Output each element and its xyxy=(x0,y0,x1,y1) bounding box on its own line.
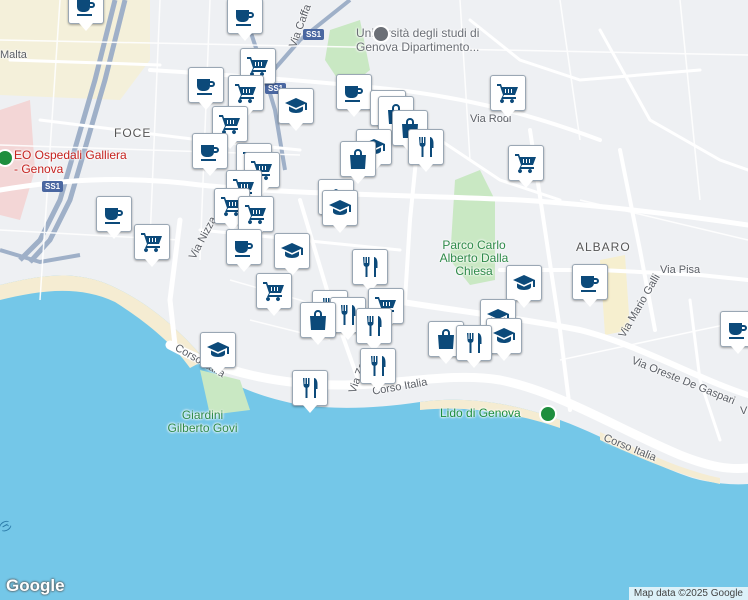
map-marker-food[interactable] xyxy=(360,348,396,391)
cafe-icon xyxy=(233,4,257,28)
school-icon xyxy=(328,196,352,220)
map-marker-cafe[interactable] xyxy=(227,0,263,41)
poi-label-lido: Lido di Genova xyxy=(440,406,521,420)
map-marker-cart[interactable] xyxy=(256,273,292,316)
cafe-icon xyxy=(726,317,748,341)
school-icon xyxy=(512,271,536,295)
map-marker-cafe[interactable] xyxy=(96,196,132,239)
school-icon xyxy=(492,324,516,348)
restaurant-icon xyxy=(366,354,390,378)
map-marker-cart[interactable] xyxy=(134,224,170,267)
map-marker-cart[interactable] xyxy=(490,75,526,118)
cafe-icon xyxy=(74,0,98,18)
map-marker-cafe[interactable] xyxy=(192,133,228,176)
shopping-cart-icon xyxy=(140,230,164,254)
road xyxy=(167,217,183,348)
cafe-icon xyxy=(194,73,218,97)
map-marker-school[interactable] xyxy=(274,233,310,276)
map-marker-cafe[interactable] xyxy=(226,229,262,272)
google-logo: Google xyxy=(6,576,65,595)
restaurant-icon xyxy=(362,314,386,338)
restaurant-icon xyxy=(358,255,382,279)
school-icon xyxy=(284,94,308,118)
shopping-cart-icon xyxy=(514,151,538,175)
restaurant-icon xyxy=(298,376,322,400)
shopping-cart-icon xyxy=(234,81,258,105)
street-label-malta: Malta xyxy=(0,49,27,61)
road-shield-ss1: SS1 xyxy=(42,181,64,192)
map-marker-school[interactable] xyxy=(506,265,542,308)
map-marker-food[interactable] xyxy=(356,308,392,351)
district-label-albaro: ALBARO xyxy=(576,240,631,254)
map-marker-cart[interactable] xyxy=(238,196,274,239)
cafe-icon xyxy=(342,80,366,104)
map-marker-food[interactable] xyxy=(352,249,388,292)
map-marker-cafe[interactable] xyxy=(188,67,224,110)
shopping-bag-icon xyxy=(346,147,370,171)
map-marker-school[interactable] xyxy=(200,332,236,375)
shopping-bag-icon xyxy=(434,327,458,351)
road xyxy=(688,298,722,442)
street-label-via-pisa: Via Pisa xyxy=(660,264,701,276)
beach-icon[interactable] xyxy=(539,405,557,423)
shopping-cart-icon xyxy=(262,279,286,303)
university-icon[interactable] xyxy=(372,25,390,43)
map-marker-cart[interactable] xyxy=(508,145,544,188)
map-marker-food[interactable] xyxy=(456,325,492,368)
cafe-icon xyxy=(102,202,126,226)
map-marker-school[interactable] xyxy=(322,190,358,233)
hospital-label: EO Ospedali Galliera - Genova xyxy=(14,148,127,176)
school-icon xyxy=(280,239,304,263)
cafe-icon xyxy=(198,139,222,163)
map-marker-food[interactable] xyxy=(292,370,328,413)
road xyxy=(598,28,748,172)
cafe-icon xyxy=(232,235,256,259)
map-marker-bag[interactable] xyxy=(300,302,336,345)
map-marker-cafe[interactable] xyxy=(572,264,608,307)
street-label-v: V xyxy=(740,405,748,417)
map-marker-cafe[interactable] xyxy=(68,0,104,31)
cafe-icon xyxy=(578,270,602,294)
school-icon xyxy=(206,338,230,362)
map-attribution[interactable]: Map data ©2025 Google xyxy=(628,587,748,600)
restaurant-icon xyxy=(462,331,486,355)
shopping-bag-icon xyxy=(306,308,330,332)
district-label-foce: FOCE xyxy=(114,126,152,140)
road-shield-ss1: SS1 xyxy=(303,29,325,40)
restaurant-icon xyxy=(414,135,438,159)
shopping-cart-icon xyxy=(496,81,520,105)
shopping-cart-icon xyxy=(244,202,268,226)
map-marker-bag[interactable] xyxy=(340,141,376,184)
map-marker-cafe[interactable] xyxy=(720,311,748,354)
map-marker-food[interactable] xyxy=(408,129,444,172)
map-marker-cafe[interactable] xyxy=(336,74,372,117)
park-label-giardini: Giardini Gilberto Govi xyxy=(167,408,238,435)
map-marker-school[interactable] xyxy=(278,88,314,131)
